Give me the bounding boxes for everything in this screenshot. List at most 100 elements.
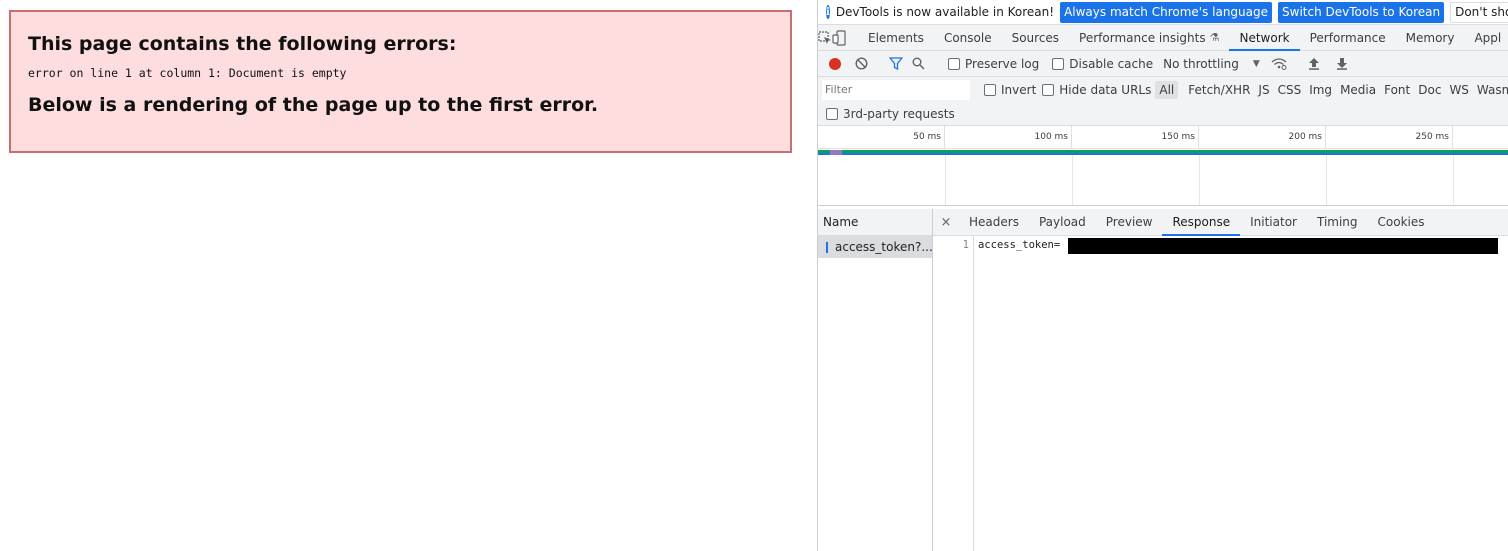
detail-tabbar: × Headers Payload Preview Response Initi… xyxy=(933,209,1508,236)
filter-type-all[interactable]: All xyxy=(1155,80,1179,99)
page-viewport: This page contains the following errors:… xyxy=(0,0,817,551)
network-overview[interactable] xyxy=(818,149,1508,206)
error-footer: Below is a rendering of the page up to t… xyxy=(28,94,599,116)
timeline-tick: 150 ms xyxy=(1072,126,1199,149)
language-infobar: i DevTools is now available in Korean! A… xyxy=(818,0,1508,24)
search-icon xyxy=(912,57,925,70)
response-line: access_token= xyxy=(978,239,1061,251)
tab-network[interactable]: Network xyxy=(1229,25,1300,51)
tab-timing[interactable]: Timing xyxy=(1307,209,1368,235)
tab-preview[interactable]: Preview xyxy=(1096,209,1163,235)
timeline-tick: 50 ms xyxy=(818,126,945,149)
overview-bar-waiting xyxy=(830,150,842,155)
requests-area: Name access_token?... × Headers Payload … xyxy=(818,209,1508,551)
checkbox-box xyxy=(1042,83,1055,96)
checkbox-box xyxy=(984,83,996,96)
tab-console[interactable]: Console xyxy=(934,25,1002,50)
invert-label: Invert xyxy=(1001,82,1037,97)
search-button[interactable] xyxy=(907,53,929,75)
filter-type-media[interactable]: Media xyxy=(1336,81,1380,99)
export-har-button[interactable] xyxy=(1331,53,1353,75)
upload-icon xyxy=(1308,58,1319,70)
infobar-text: DevTools is now available in Korean! xyxy=(835,5,1055,19)
disable-cache-label: Disable cache xyxy=(1069,56,1154,71)
third-party-checkbox[interactable]: 3rd-party requests xyxy=(826,107,955,121)
grid-line xyxy=(1453,149,1454,205)
filter-type-font[interactable]: Font xyxy=(1380,81,1414,99)
document-icon xyxy=(826,241,828,253)
filter-type-ws[interactable]: WS xyxy=(1445,81,1472,99)
clear-icon xyxy=(854,57,868,70)
dropdown-caret-icon: ▼ xyxy=(1252,58,1260,69)
filter-type-fetch-xhr[interactable]: Fetch/XHR xyxy=(1184,81,1254,99)
record-icon xyxy=(829,57,841,70)
preserve-log-label: Preserve log xyxy=(965,56,1040,71)
tab-initiator[interactable]: Initiator xyxy=(1240,209,1307,235)
request-name: access_token?... xyxy=(835,240,932,254)
tick-label: 250 ms xyxy=(1415,132,1450,142)
download-icon xyxy=(1336,58,1347,70)
tick-label: 150 ms xyxy=(1161,132,1196,142)
main-tabbar: Elements Console Sources Performance ins… xyxy=(818,24,1508,51)
dont-show-again-button[interactable]: Don't show again xyxy=(1450,1,1508,23)
checkbox-box xyxy=(1052,57,1065,70)
xml-parser-error-box: This page contains the following errors:… xyxy=(9,10,792,153)
filter-type-css[interactable]: CSS xyxy=(1274,81,1306,99)
close-icon[interactable]: × xyxy=(933,215,959,230)
tick-label: 100 ms xyxy=(1034,132,1069,142)
overview-bar-load xyxy=(818,153,1508,155)
grid-line xyxy=(1326,149,1327,205)
switch-korean-button[interactable]: Switch DevTools to Korean xyxy=(1278,1,1445,23)
tab-performance-insights[interactable]: Performance insights ⚗ xyxy=(1069,25,1229,50)
import-har-button[interactable] xyxy=(1303,53,1325,75)
inspect-element-icon[interactable] xyxy=(818,25,832,50)
tab-headers[interactable]: Headers xyxy=(959,209,1029,235)
wifi-settings-icon xyxy=(1271,58,1287,70)
clear-button[interactable] xyxy=(850,53,872,75)
filter-row: Invert Hide data URLs All Fetch/XHR JS C… xyxy=(818,77,1508,102)
grid-line xyxy=(1072,149,1073,205)
name-column-header[interactable]: Name xyxy=(818,209,932,236)
record-button[interactable] xyxy=(824,53,846,75)
flask-icon: ⚗ xyxy=(1209,31,1220,44)
filter-type-img[interactable]: Img xyxy=(1305,81,1336,99)
device-toolbar-icon[interactable] xyxy=(832,25,846,50)
hide-data-urls-checkbox[interactable]: Hide data URLs xyxy=(1042,83,1151,97)
tab-application[interactable]: Appl xyxy=(1464,25,1508,50)
request-row[interactable]: access_token?... xyxy=(818,236,932,258)
request-list: Name access_token?... xyxy=(818,209,933,551)
checkbox-box xyxy=(826,107,838,120)
disable-cache-checkbox[interactable]: Disable cache xyxy=(1052,57,1153,71)
tab-cookies[interactable]: Cookies xyxy=(1368,209,1435,235)
throttling-select[interactable]: No throttling ▼ xyxy=(1163,57,1260,71)
filter-type-js[interactable]: JS xyxy=(1254,81,1273,99)
grid-line xyxy=(945,149,946,205)
network-toolbar: Preserve log Disable cache No throttling… xyxy=(818,51,1508,77)
checkbox-box xyxy=(948,57,960,70)
info-icon: i xyxy=(826,5,830,19)
filter-type-wasm[interactable]: Wasm xyxy=(1473,81,1508,99)
tab-memory[interactable]: Memory xyxy=(1396,25,1465,50)
tab-sources[interactable]: Sources xyxy=(1002,25,1069,50)
error-heading: This page contains the following errors: xyxy=(28,33,457,55)
hide-data-urls-label: Hide data URLs xyxy=(1059,82,1152,97)
filter-type-doc[interactable]: Doc xyxy=(1414,81,1445,99)
tab-payload[interactable]: Payload xyxy=(1029,209,1096,235)
request-detail-panel: × Headers Payload Preview Response Initi… xyxy=(933,209,1508,551)
network-conditions-button[interactable] xyxy=(1268,53,1290,75)
preserve-log-checkbox[interactable]: Preserve log xyxy=(948,57,1039,71)
grid-line xyxy=(1199,149,1200,205)
tab-elements[interactable]: Elements xyxy=(858,25,934,50)
response-viewer[interactable]: 1 access_token= xyxy=(933,236,1508,551)
line-number: 1 xyxy=(962,239,969,251)
tab-performance[interactable]: Performance xyxy=(1300,25,1396,50)
redacted-token xyxy=(1068,238,1498,254)
filter-input[interactable] xyxy=(822,79,970,100)
invert-checkbox[interactable]: Invert xyxy=(984,83,1036,97)
tick-label: 200 ms xyxy=(1288,132,1323,142)
line-gutter: 1 xyxy=(933,236,974,551)
throttling-value: No throttling xyxy=(1163,56,1239,71)
match-language-button[interactable]: Always match Chrome's language xyxy=(1060,1,1273,23)
filter-toggle-button[interactable] xyxy=(885,53,907,75)
tab-response[interactable]: Response xyxy=(1162,209,1240,236)
